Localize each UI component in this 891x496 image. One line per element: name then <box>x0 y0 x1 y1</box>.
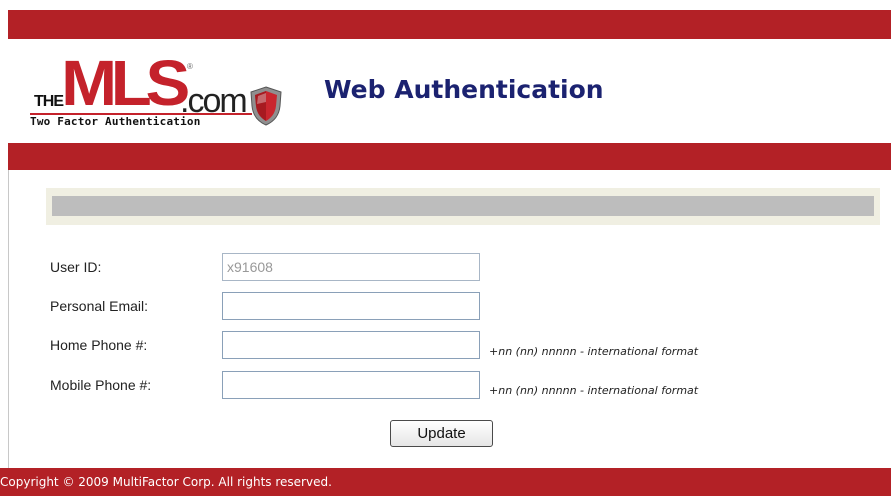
logo-brand: MLS <box>61 47 190 119</box>
personal-email-label: Personal Email: <box>50 298 149 314</box>
page-title: Web Authentication <box>324 75 604 104</box>
mobile-phone-format-hint: +nn (nn) nnnnn - international format <box>489 384 699 397</box>
mobile-phone-label: Mobile Phone #: <box>50 377 152 393</box>
user-id-field <box>222 253 480 281</box>
shield-icon <box>250 86 282 126</box>
home-phone-format-hint: +nn (nn) nnnnn - international format <box>489 345 699 358</box>
home-phone-field[interactable] <box>222 331 480 359</box>
logo-tagline: Two Factor Authentication <box>30 115 201 128</box>
message-bar-frame <box>46 188 880 225</box>
logo-prefix: THE <box>34 93 64 110</box>
top-banner-bar <box>8 10 891 39</box>
update-button[interactable]: Update <box>390 420 493 447</box>
home-phone-label: Home Phone #: <box>50 337 148 353</box>
user-id-label: User ID: <box>50 259 102 275</box>
header: THE MLS ® .com Two Factor Authentication… <box>8 39 891 143</box>
themls-logo: THE MLS ® .com Two Factor Authentication <box>25 51 298 129</box>
message-bar <box>52 196 874 216</box>
copyright-text: Copyright © 2009 MultiFactor Corp. All r… <box>0 475 332 489</box>
logo-trademark: ® <box>187 62 193 71</box>
header-bottom-bar <box>8 143 891 170</box>
personal-email-field[interactable] <box>222 292 480 320</box>
footer: Copyright © 2009 MultiFactor Corp. All r… <box>0 468 891 496</box>
content-left-border <box>8 170 9 468</box>
mobile-phone-field[interactable] <box>222 371 480 399</box>
